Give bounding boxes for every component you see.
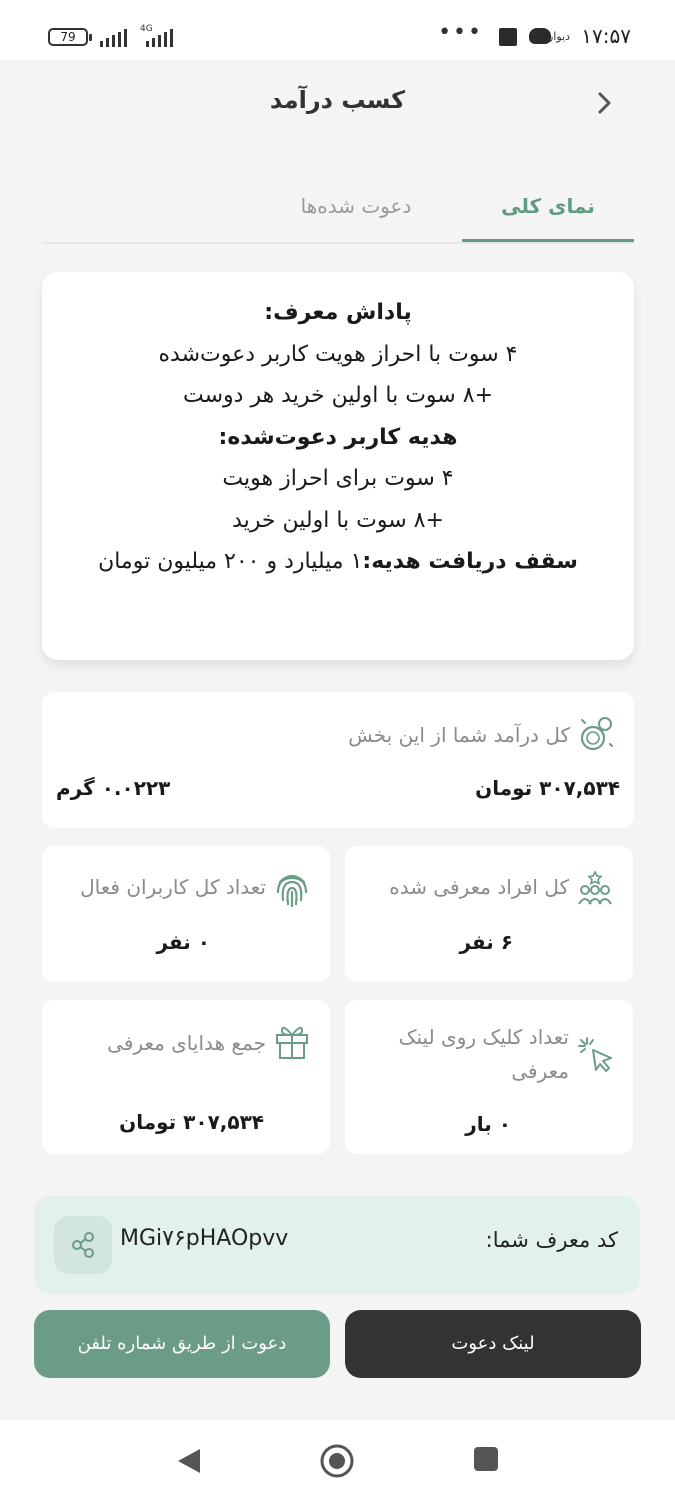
gifts-total-card: جمع هدایای معرفی ۳۰۷,۵۳۴ تومان [42, 1000, 330, 1154]
reward-info-card: پاداش معرف: ۴ سوت با احراز هویت کاربر دع… [42, 272, 634, 660]
invitee-gift-line-1: ۴ سوت برای احراز هویت [222, 466, 454, 491]
total-income-label: کل درآمد شما از این بخش [348, 723, 570, 747]
link-clicks-value: ۰ بار [465, 1112, 511, 1136]
referrer-reward-line-2: +۸ سوت با اولین خرید هر دوست [183, 383, 493, 408]
link-clicks-label: تعداد کلیک روی لینک معرفی [398, 1025, 569, 1083]
share-button[interactable] [54, 1216, 112, 1274]
gift-cap-label: سقف دریافت هدیه: [362, 549, 578, 574]
back-chevron-icon[interactable] [589, 88, 619, 118]
referred-count-label: کل افراد معرفی شده [389, 875, 569, 899]
active-users-card: تعداد کل کاربران فعال ۰ نفر [42, 846, 330, 982]
nav-recents-icon[interactable] [474, 1447, 498, 1471]
referrer-reward-title: پاداش معرف: [264, 300, 412, 325]
gifts-total-label: جمع هدایای معرفی [107, 1031, 266, 1055]
battery-indicator: 79 [48, 28, 88, 46]
referred-count-card: کل افراد معرفی شده ۶ نفر [345, 846, 633, 982]
gift-cap-line: سقف دریافت هدیه:۱ میلیارد و ۲۰۰ میلیون ت… [42, 541, 634, 583]
brand-label: دیوار [547, 30, 570, 43]
status-bar: 79 4G ••• دیوار ۱۷:۵۷ [0, 0, 675, 60]
tab-overview[interactable]: نمای کلی [462, 180, 634, 242]
notification-app-icon [499, 28, 517, 46]
referred-count-value: ۶ نفر [459, 930, 513, 954]
total-income-gram: ۰.۰۲۲۳ گرم [56, 776, 171, 800]
coins-icon [580, 717, 613, 751]
nav-home-icon[interactable] [319, 1443, 355, 1479]
active-users-label: تعداد کل کاربران فعال [80, 875, 266, 899]
page-title: کسب درآمد [269, 86, 406, 114]
nav-back-icon[interactable] [176, 1447, 202, 1475]
battery-cap [89, 34, 92, 41]
link-clicks-card: تعداد کلیک روی لینک معرفی ۰ بار [345, 1000, 633, 1154]
system-nav-bar [0, 1420, 675, 1500]
app-header: کسب درآمد [0, 60, 675, 170]
people-icon [578, 870, 612, 905]
cursor-click-icon [578, 1037, 612, 1072]
gifts-total-value: ۳۰۷,۵۳۴ تومان [119, 1110, 264, 1134]
gift-icon [276, 1026, 308, 1059]
signal-icon-2 [146, 29, 173, 47]
total-income-toman: ۳۰۷,۵۳۴ تومان [475, 776, 620, 800]
signal-icon [100, 29, 127, 47]
referral-code-box: کد معرف شما: MGi۷۶pHAOpvv [34, 1196, 640, 1294]
referral-code-label: کد معرف شما: [485, 1228, 618, 1252]
referrer-reward-line-1: ۴ سوت با احراز هویت کاربر دعوت‌شده [158, 341, 518, 367]
invite-link-button[interactable]: لینک دعوت [345, 1310, 641, 1378]
tab-invited[interactable]: دعوت شده‌ها [270, 180, 442, 242]
more-notifications-icon: ••• [438, 20, 483, 45]
fingerprint-icon [276, 874, 308, 908]
clock: ۱۷:۵۷ [581, 24, 631, 48]
invite-phone-button[interactable]: دعوت از طریق شماره تلفن [34, 1310, 330, 1378]
invitee-gift-title: هدیه کاربر دعوت‌شده: [218, 424, 458, 450]
total-income-card: کل درآمد شما از این بخش ۳۰۷,۵۳۴ تومان ۰.… [42, 692, 634, 828]
invitee-gift-line-2: +۸ سوت با اولین خرید [232, 507, 444, 533]
tab-bar: نمای کلی دعوت شده‌ها [42, 180, 634, 244]
share-icon [72, 1232, 94, 1258]
gift-cap-value: ۱ میلیارد و ۲۰۰ میلیون تومان [98, 549, 363, 574]
active-users-value: ۰ نفر [156, 930, 210, 954]
referral-code-value[interactable]: MGi۷۶pHAOpvv [120, 1226, 288, 1251]
